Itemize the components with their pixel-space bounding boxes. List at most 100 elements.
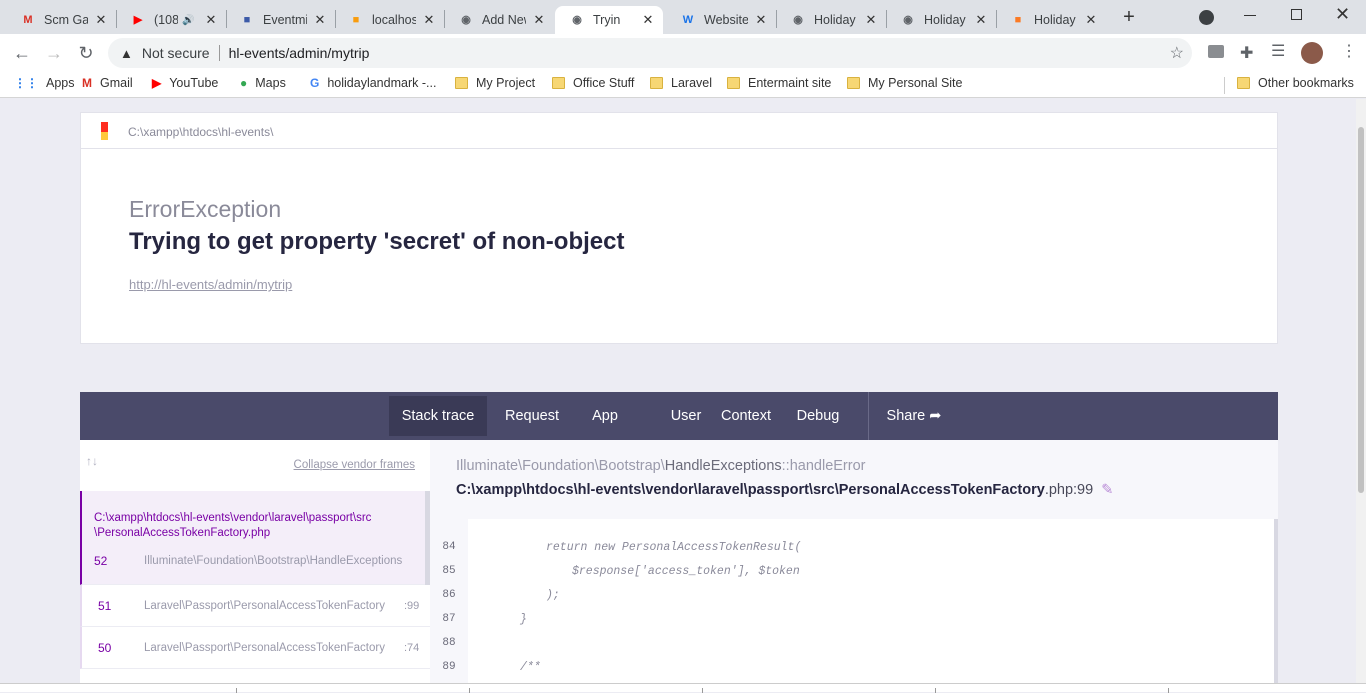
project-path: C:\xampp\htdocs\hl-events\ <box>128 125 274 139</box>
tab-share[interactable]: Share ➦ <box>880 396 948 436</box>
maximize-button[interactable] <box>1291 9 1302 20</box>
calendar-icon: ■ <box>243 14 251 26</box>
browser-tab[interactable]: ■ Holiday ✕ <box>1002 6 1102 34</box>
frame-up-icon[interactable]: ↑↓ <box>86 454 98 468</box>
close-window-button[interactable]: ✕ <box>1335 4 1350 25</box>
edit-pencil-icon[interactable]: ✎ <box>1101 482 1113 498</box>
bookmark-gmail[interactable]: M Gmail <box>82 76 133 90</box>
close-tab-icon[interactable]: ✕ <box>1084 12 1098 28</box>
phpmyadmin-icon: ■ <box>352 14 360 26</box>
stack-trace-panel: Stack trace Request App User Context Debug Sha… <box>80 392 1278 683</box>
browser-tab[interactable]: ▶ (108 🔊 ✕ <box>122 6 222 34</box>
code-line: return new PersonalAccessTokenResult( <box>546 541 802 554</box>
globe-icon: ◉ <box>572 14 582 26</box>
frame-namespace: Illuminate\Foundation\Bootstrap\HandleEx… <box>456 458 866 474</box>
close-tab-icon[interactable]: ✕ <box>422 12 436 28</box>
tab-strip: MScm Gal✕▶(108🔊✕■Eventmi✕■localhost✕◉Add… <box>0 0 1366 34</box>
code-line: /** <box>520 661 541 674</box>
bookmark-folder[interactable]: Laravel <box>650 76 712 90</box>
request-url-link[interactable]: http://hl-events/admin/mytrip <box>129 277 292 292</box>
youtube-icon: ▶ <box>152 76 162 90</box>
extensions-icon[interactable]: ✚ <box>1240 43 1253 63</box>
gmail-icon: M <box>23 14 33 26</box>
bookmark-google[interactable]: Gholidaylandmark -... <box>310 76 436 90</box>
apps-icon: ⋮⋮ <box>14 76 38 90</box>
back-button[interactable]: ← <box>11 42 33 64</box>
close-tab-icon[interactable]: ✕ <box>532 12 546 28</box>
browser-tab[interactable]: ◉ Holiday ✕ <box>892 6 992 34</box>
stack-frame[interactable]: 50 Laravel\Passport\PersonalAccessTokenFa… <box>80 627 430 669</box>
tab-user[interactable]: User <box>667 396 705 436</box>
code-line: ); <box>546 589 560 602</box>
bookmark-maps[interactable]: ● Maps <box>240 76 286 90</box>
share-arrow-icon: ➦ <box>925 408 942 424</box>
menu-icon[interactable]: ⋮ <box>1341 41 1357 61</box>
security-label: Not secure <box>141 45 210 61</box>
close-tab-icon[interactable]: ✕ <box>864 12 878 28</box>
collapse-vendor-link[interactable]: Collapse vendor frames <box>294 459 415 471</box>
code-line: } <box>520 613 527 626</box>
line-number: 88 <box>442 637 456 649</box>
folder-icon <box>455 77 468 89</box>
taskbar-strip <box>0 683 1366 693</box>
profile-avatar[interactable] <box>1301 42 1323 64</box>
new-tab-button[interactable]: + <box>1118 6 1140 28</box>
minimize-button[interactable] <box>1244 15 1256 16</box>
close-tab-icon[interactable]: ✕ <box>94 12 108 28</box>
tab-context[interactable]: Context <box>706 396 786 436</box>
url-text[interactable]: hl-events/admin/mytrip <box>229 45 370 61</box>
folder-icon <box>847 77 860 89</box>
folder-icon <box>650 77 663 89</box>
frame-file: C:\xampp\htdocs\hl-events\vendor\laravel… <box>456 482 1114 498</box>
browser-tab[interactable]: ◉ Tryin ✕ <box>555 6 663 34</box>
browser-tab[interactable]: ◉Add New✕ <box>450 6 550 34</box>
warning-icon[interactable]: ▲ <box>120 46 133 61</box>
close-tab-icon[interactable]: ✕ <box>641 12 655 28</box>
audio-icon[interactable]: 🔊 <box>182 15 194 26</box>
bookmark-youtube[interactable]: ▶ YouTube <box>152 76 218 90</box>
close-tab-icon[interactable]: ✕ <box>313 12 327 28</box>
bookmark-folder[interactable]: Entermaint site <box>727 76 831 90</box>
gmail-icon: M <box>82 76 92 90</box>
page-content: C:\xampp\htdocs\hl-events\ ErrorExceptio… <box>0 99 1356 683</box>
close-tab-icon[interactable]: ✕ <box>754 12 768 28</box>
browser-tab[interactable]: M Scm Gal ✕ <box>12 6 112 34</box>
page-scrollbar[interactable] <box>1356 99 1366 683</box>
browser-tab[interactable]: WWebsites✕ <box>672 6 772 34</box>
stack-frame[interactable]: C:\xampp\htdocs\hl-events\vendor\laravel… <box>80 491 430 585</box>
tab-search-icon[interactable] <box>1199 10 1214 25</box>
line-number: 84 <box>442 541 456 553</box>
browser-tab[interactable]: ◉ Holiday ✕ <box>782 6 882 34</box>
browser-tab[interactable]: ■ Eventmi ✕ <box>231 6 331 34</box>
address-bar[interactable]: ▲ Not secure hl-events/admin/mytrip ☆ <box>108 38 1192 68</box>
stack-frame[interactable]: 51 Laravel\Passport\PersonalAccessTokenFa… <box>80 585 430 627</box>
bookmark-apps[interactable]: ⋮⋮ Apps <box>14 76 75 90</box>
globe-icon: ◉ <box>793 14 803 26</box>
browser-tab[interactable]: ■localhost✕ <box>340 6 440 34</box>
bookmark-folder[interactable]: My Project <box>455 76 535 90</box>
code-snippet: 84 return new PersonalAccessTokenResult( 8… <box>430 519 1278 683</box>
folder-icon <box>727 77 740 89</box>
close-tab-icon[interactable]: ✕ <box>204 12 218 28</box>
frame-detail: Illuminate\Foundation\Bootstrap\HandleEx… <box>430 440 1278 683</box>
bookmark-folder[interactable]: Office Stuff <box>552 76 634 90</box>
tab-request[interactable]: Request <box>495 396 569 436</box>
tab-stack-trace[interactable]: Stack trace <box>389 396 487 436</box>
forward-button[interactable]: → <box>43 42 65 64</box>
bookmark-star-icon[interactable]: ☆ <box>1170 43 1184 63</box>
bookmark-folder[interactable]: My Personal Site <box>847 76 962 90</box>
close-tab-icon[interactable]: ✕ <box>974 12 988 28</box>
bookmarks-bar: ⋮⋮ Apps M Gmail ▶ YouTube ● Maps Gholidaylandmar… <box>0 72 1366 98</box>
maps-icon: ● <box>240 76 248 90</box>
frames-sidebar: ↑↓ Collapse vendor frames C:\xampp\htdoc… <box>80 440 430 683</box>
reload-button[interactable]: ↻ <box>75 42 97 64</box>
camera-icon[interactable] <box>1208 45 1224 58</box>
other-bookmarks[interactable]: Other bookmarks <box>1237 76 1354 90</box>
tab-debug[interactable]: Debug <box>789 396 847 436</box>
code-scrollbar[interactable] <box>1274 519 1278 683</box>
youtube-icon: ▶ <box>133 14 143 26</box>
ignition-logo-icon <box>101 122 108 140</box>
browser-toolbar: ← → ↻ ▲ Not secure hl-events/admin/mytri… <box>0 34 1366 72</box>
tab-app[interactable]: App <box>583 396 627 436</box>
reading-list-icon[interactable]: ☰ <box>1271 41 1285 61</box>
